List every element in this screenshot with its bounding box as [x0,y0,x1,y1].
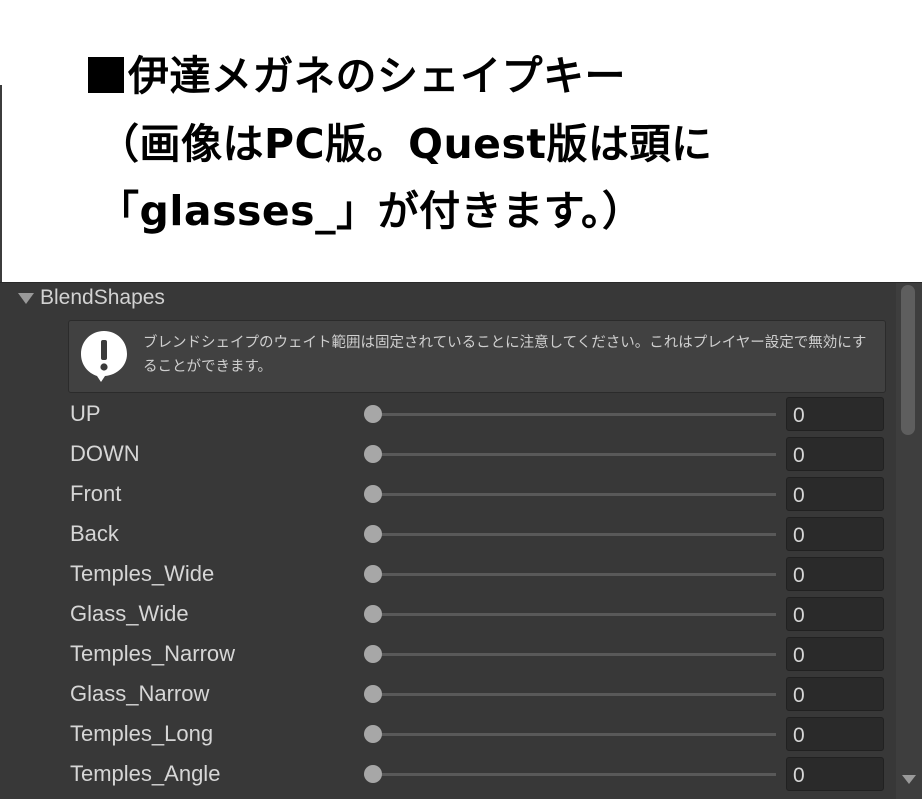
blendshape-row: Temples_Angle [0,754,900,794]
blendshape-label: Glass_Narrow [70,681,210,706]
blendshape-label: Front [70,481,122,506]
blendshape-value-field[interactable] [786,757,884,791]
blendshape-label: Back [70,521,119,546]
slider-track [364,413,776,416]
blendshape-label: Temples_Long [70,721,214,746]
slider-track [364,493,776,496]
blendshape-row: Glass_Narrow [0,674,900,714]
slider-thumb[interactable] [364,485,382,503]
slider-thumb[interactable] [364,405,382,423]
help-box: ブレンドシェイプのウェイト範囲は固定されていることに注意してください。これはプレ… [68,320,886,393]
blendshape-value-field[interactable] [786,637,884,671]
blendshapes-panel: BlendShapes ブレンドシェイプのウェイト範囲は固定されていることに注意… [0,282,922,799]
caption-title: 伊達メガネのシェイプキー [128,52,626,100]
slider-thumb[interactable] [364,645,382,663]
blendshape-row: Back [0,514,900,554]
slider-track [364,533,776,536]
blendshape-label: Glass_Wide [70,601,189,626]
warning-exclamation-icon [81,331,127,382]
black-square-bullet [88,57,124,93]
blendshape-row: Temples_Narrow [0,634,900,674]
blendshape-value-field[interactable] [786,397,884,431]
scrollbar-thumb[interactable] [901,285,915,435]
blendshape-slider[interactable] [364,524,776,544]
slider-track [364,613,776,616]
blendshape-label: Temples_Narrow [70,641,236,666]
caption-line-3: 「glasses_」が付きます。） [98,187,644,235]
blendshape-slider[interactable] [364,564,776,584]
slider-track [364,733,776,736]
blendshape-slider[interactable] [364,604,776,624]
blendshape-row: Glass_Wide [0,594,900,634]
vertical-scrollbar[interactable] [896,283,922,799]
blendshape-slider[interactable] [364,444,776,464]
foldout-arrow-icon[interactable] [18,292,34,304]
slider-thumb[interactable] [364,525,382,543]
blendshape-value-field[interactable] [786,717,884,751]
blendshape-value-field[interactable] [786,477,884,511]
blendshapes-foldout[interactable]: BlendShapes [18,286,165,309]
slider-thumb[interactable] [364,565,382,583]
blendshape-row: UP [0,394,900,434]
inspector-left-edge [0,85,2,282]
blendshape-slider[interactable] [364,404,776,424]
slider-thumb[interactable] [364,725,382,743]
slider-thumb[interactable] [364,445,382,463]
blendshape-value-field[interactable] [786,437,884,471]
slider-track [364,653,776,656]
slider-track [364,573,776,576]
blendshape-value-field[interactable] [786,517,884,551]
blendshape-slider[interactable] [364,764,776,784]
blendshape-slider[interactable] [364,484,776,504]
blendshape-slider[interactable] [364,724,776,744]
blendshape-label: Temples_Angle [70,761,221,786]
blendshape-slider[interactable] [364,644,776,664]
slider-thumb[interactable] [364,685,382,703]
blendshape-row: Front [0,474,900,514]
blendshape-value-field[interactable] [786,677,884,711]
slider-track [364,453,776,456]
slider-thumb[interactable] [364,765,382,783]
blendshape-row: Temples_Wide [0,554,900,594]
blendshape-slider[interactable] [364,684,776,704]
foldout-label: BlendShapes [40,286,165,309]
blendshape-row: DOWN [0,434,900,474]
blendshape-label: UP [70,401,101,426]
help-message: ブレンドシェイプのウェイト範囲は固定されていることに注意してください。これはプレ… [143,335,867,375]
blendshape-row: Temples_Long [0,714,900,754]
blendshape-value-field[interactable] [786,557,884,591]
blendshape-label: Temples_Wide [70,561,215,586]
slider-track [364,773,776,776]
caption-line-2: （画像はPC版。Quest版は頭に [98,120,713,168]
caption-area: 伊達メガネのシェイプキー （画像はPC版。Quest版は頭に 「glasses_… [0,0,922,282]
blendshape-value-field[interactable] [786,597,884,631]
blendshape-label: DOWN [70,441,140,466]
slider-track [364,693,776,696]
caption-line-1: 伊達メガネのシェイプキー [88,52,626,100]
slider-thumb[interactable] [364,605,382,623]
scroll-down-arrow-icon[interactable] [902,775,916,784]
